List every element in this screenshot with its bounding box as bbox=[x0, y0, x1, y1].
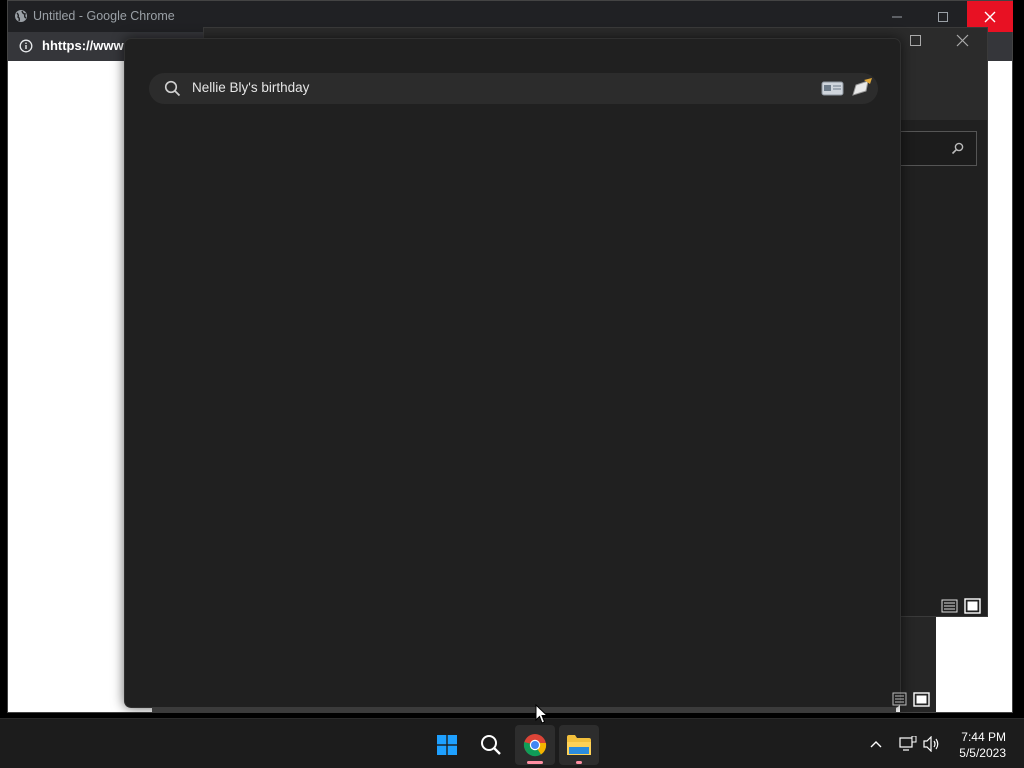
chrome-icon bbox=[523, 734, 547, 757]
clock[interactable]: 7:44 PM 5/5/2023 bbox=[959, 729, 1006, 761]
pen-icon[interactable] bbox=[850, 77, 874, 99]
maximize-icon[interactable] bbox=[910, 35, 921, 46]
active-indicator bbox=[576, 761, 582, 764]
desktop: Untitled - Google Chrome hhttps://www Ne… bbox=[0, 0, 1024, 768]
visual-search-icon[interactable] bbox=[821, 77, 845, 99]
mouse-cursor-icon bbox=[535, 704, 549, 724]
window-title: Untitled - Google Chrome bbox=[33, 9, 175, 23]
start-button[interactable] bbox=[427, 725, 467, 765]
clock-time: 7:44 PM bbox=[961, 730, 1006, 744]
minimize-icon bbox=[892, 16, 902, 17]
maximize-icon bbox=[938, 11, 948, 22]
close-icon[interactable] bbox=[956, 34, 969, 47]
start-search-panel: Nellie Bly's birthday bbox=[124, 38, 901, 708]
show-hidden-icons-button[interactable] bbox=[866, 719, 886, 768]
search-query-text[interactable]: Nellie Bly's birthday bbox=[192, 80, 309, 95]
details-view-icon[interactable] bbox=[941, 598, 959, 614]
search-input[interactable]: Nellie Bly's birthday bbox=[149, 73, 878, 104]
search-field-actions bbox=[821, 77, 874, 103]
url-text[interactable]: hhttps://www bbox=[42, 38, 124, 53]
network-button[interactable] bbox=[897, 719, 919, 768]
taskbar-search-button[interactable] bbox=[471, 725, 511, 765]
taskbar: 7:44 PM 5/5/2023 bbox=[0, 718, 1024, 768]
folder-icon bbox=[567, 735, 591, 755]
panel-scrollbar[interactable] bbox=[152, 707, 896, 712]
details-view-icon[interactable] bbox=[892, 692, 908, 707]
info-icon[interactable] bbox=[19, 39, 33, 53]
chevron-up-icon bbox=[870, 741, 882, 748]
view-toggle bbox=[941, 598, 982, 618]
taskbar-chrome-button[interactable] bbox=[515, 725, 555, 765]
search-icon bbox=[951, 142, 964, 155]
windows-logo-icon bbox=[437, 735, 457, 755]
speaker-icon bbox=[923, 736, 939, 752]
taskbar-file-explorer-button[interactable] bbox=[559, 725, 599, 765]
background-search-box[interactable] bbox=[894, 131, 977, 166]
clock-date: 5/5/2023 bbox=[959, 746, 1006, 760]
tiles-view-icon[interactable] bbox=[913, 692, 931, 707]
active-indicator bbox=[527, 761, 543, 764]
close-icon bbox=[984, 11, 996, 22]
search-icon bbox=[481, 735, 501, 755]
search-icon bbox=[164, 80, 181, 97]
view-toggle-lower bbox=[892, 692, 931, 711]
network-icon bbox=[899, 736, 917, 751]
volume-button[interactable] bbox=[921, 719, 943, 768]
tiles-view-icon[interactable] bbox=[964, 598, 982, 614]
globe-icon bbox=[15, 10, 27, 22]
